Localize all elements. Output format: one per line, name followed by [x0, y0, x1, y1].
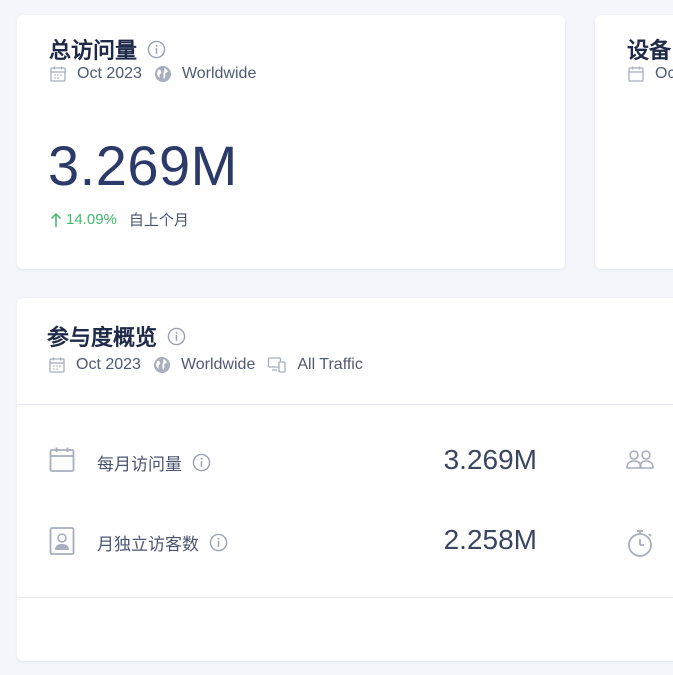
device-card: 设备 Oc — [595, 15, 673, 269]
device-meta: Oc — [627, 65, 673, 83]
date-label: Oct 2023 — [77, 65, 142, 82]
total-visits-meta: Oct 2023 Worldwide — [49, 65, 268, 83]
change-value: 14.09% — [66, 211, 117, 228]
arrow-up-icon — [50, 212, 62, 227]
divider — [17, 404, 673, 405]
total-visits-card: 总访问量 Oct 2023 Worldwide 3.269M 14.09% 自上… — [17, 15, 565, 269]
engagement-meta: Oct 2023 Worldwide All Traffic — [48, 356, 375, 374]
page: 总访问量 Oct 2023 Worldwide 3.269M 14.09% 自上… — [0, 0, 673, 675]
traffic-filter[interactable]: All Traffic — [267, 356, 363, 374]
calendar-icon — [50, 66, 66, 82]
total-visits-title: 总访问量 — [49, 33, 166, 65]
device-date-filter[interactable]: Oc — [627, 65, 673, 83]
date-filter[interactable]: Oct 2023 — [49, 65, 142, 83]
divider — [17, 597, 673, 598]
metric-label-text: 月独立访客数 — [97, 535, 199, 554]
change-label: 自上个月 — [128, 212, 189, 229]
info-icon[interactable] — [192, 453, 211, 472]
metric-label: 每月访问量 — [97, 450, 211, 475]
region-filter[interactable]: Worldwide — [154, 65, 256, 83]
device-title: 设备 — [627, 33, 671, 65]
traffic-label: All Traffic — [297, 356, 363, 373]
total-visits-title-text: 总访问量 — [49, 38, 138, 63]
region-label: Worldwide — [181, 65, 257, 82]
engagement-title-text: 参与度概览 — [47, 325, 158, 350]
metric-value: 2.258M — [443, 524, 537, 555]
engagement-overview-card: 参与度概览 Oct 2023 Worldwide All Traffic 每月访… — [17, 298, 673, 661]
device-title-text: 设备 — [627, 38, 672, 63]
info-icon[interactable] — [147, 40, 166, 59]
region-filter[interactable]: Worldwide — [153, 356, 255, 374]
device-date-label: Oc — [655, 65, 673, 82]
globe-icon — [153, 357, 170, 373]
id-badge-icon — [48, 526, 76, 561]
date-label: Oct 2023 — [76, 356, 141, 373]
globe-icon — [154, 66, 171, 82]
info-icon[interactable] — [167, 327, 186, 346]
metric-row-unique-visitors: 月独立访客数 2.258M — [17, 520, 673, 560]
calendar-icon — [628, 66, 644, 82]
users-icon — [625, 448, 655, 477]
metric-value: 3.269M — [443, 444, 537, 475]
calendar-icon — [49, 357, 65, 373]
metric-row-monthly-visits: 每月访问量 3.269M — [17, 440, 673, 480]
region-label: Worldwide — [180, 356, 256, 373]
info-icon[interactable] — [209, 533, 228, 552]
stopwatch-icon — [625, 528, 655, 563]
change-row: 14.09% 自上个月 — [50, 209, 189, 230]
calendar-icon — [48, 446, 76, 479]
total-visits-value: 3.269M — [48, 134, 238, 197]
metric-label-text: 每月访问量 — [97, 455, 182, 474]
engagement-title: 参与度概览 — [47, 320, 186, 352]
devices-icon — [268, 357, 286, 373]
date-filter[interactable]: Oct 2023 — [48, 356, 141, 374]
metric-label: 月独立访客数 — [97, 530, 228, 555]
